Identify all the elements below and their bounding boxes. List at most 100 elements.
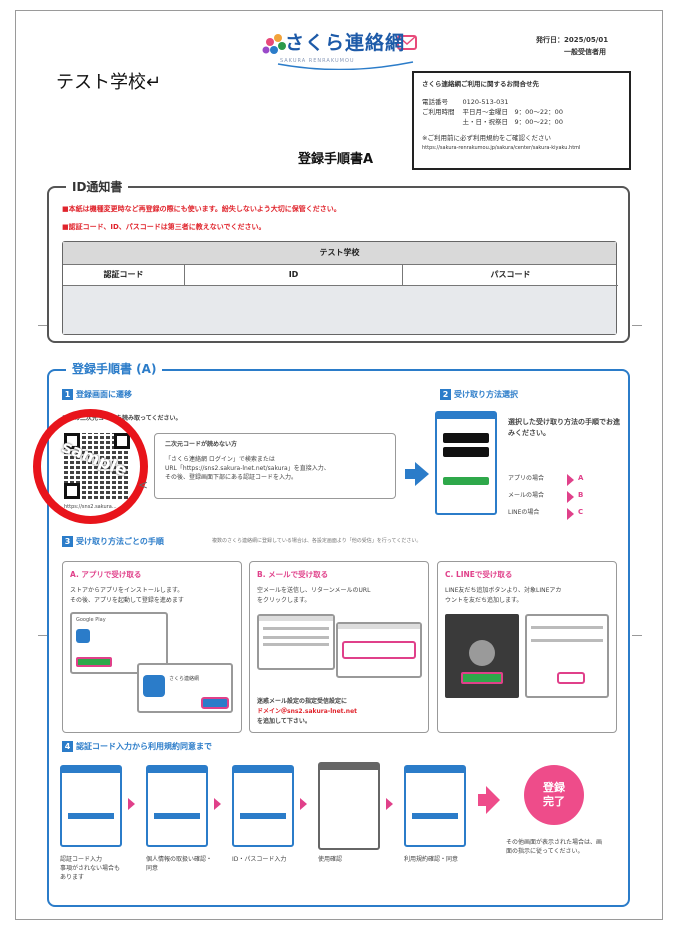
panel-line-body: ウントを友だち追加します。 [445,597,523,604]
store-name: Google Play [76,617,106,623]
chevron-right-icon [386,798,393,810]
option-label: LINEの場合 [508,509,540,516]
inquiry-url[interactable]: https://sakura-renrakumou.jp/sakura/cent… [422,143,621,153]
chevron-right-icon [128,798,135,810]
panel-app-title: A. アプリで受け取る [70,570,142,579]
return-mail-screenshot [336,622,422,678]
inquiry-box: さくら連絡網ご利用に関するお問合せ先 電話番号 ご利用時間 0120-513-0… [412,71,631,170]
flow-note-text: 事項がされない場合もあります [60,865,121,881]
col-passcode: パスコード [403,264,618,286]
flow-label: 使用確認 [318,855,380,864]
warning-text: ■認証コード、ID、パスコードは第三者に教えないでください。 [62,223,266,231]
done-text: 登録 [543,781,565,794]
chevron-right-icon [300,798,307,810]
done-text: 完了 [543,795,565,808]
hours-weekend: 土・日・祝祭日 9：00～22：00 [462,118,563,126]
option-app: アプリの場合 [508,474,544,483]
option-label: アプリの場合 [508,475,545,482]
avatar [469,640,495,666]
flow-label-text: 使用確認 [318,856,343,863]
col-auth-code: 認証コード [63,264,185,286]
step-number: 4 [62,741,73,752]
line-screenshot [445,614,519,698]
panel-line-body: LINE友だち追加ボタンより、対象LINEアカ [445,587,562,594]
id-table: テスト学校 認証コード ID パスコード [62,241,618,335]
chevron-right-icon [567,508,574,520]
flow-label-text: 利用規約確認・同意 [404,856,459,863]
return-url-link [342,641,416,659]
no-qr-box: 二次元コードが読めない方 「さくら連絡網 ログイン」で検索または URL「htt… [154,433,396,499]
hours-weekday: 平日月～金曜日 9：00～22：00 [462,108,563,116]
inquiry-title: さくら連絡網ご利用に関するお問合せ先 [422,80,539,88]
school-name: テスト学校↵ [56,72,162,93]
done-note: その他画面が表示された場合は、画面の指示に従ってください。 [506,839,603,855]
step-number: 1 [62,389,73,400]
issue-date: 発行日：2025/05/01 [536,36,609,44]
col-id: ID [185,264,403,286]
option-key: A [578,474,584,482]
line-confirm-screenshot [525,614,609,698]
flow-label-text: 認証コード入力 [60,856,103,863]
step3-heading: 3 受け取り方法ごとの手順 [62,536,164,547]
option-label: メールの場合 [508,492,545,499]
phone-label: 電話番号 [422,98,448,106]
issue-info: 発行日：2025/05/01 一般受信者用 [536,34,608,58]
flow-screen [318,762,380,850]
panel-mail-title: B. メールで受け取る [257,570,329,579]
step4-heading: 4 認証コード入力から利用規約同意まで [62,741,212,752]
warning-text: ■本紙は機種変更時など再登録の際にも使います。紛失しないよう大切に保管ください。 [62,205,341,213]
inquiry-note: ※ご利用前に必ず利用規約をご確認ください [422,134,551,142]
no-qr-line: URL「https://sns2.sakura-lnet.net/sakura」… [165,465,330,472]
install-button [76,657,112,667]
app-screenshot: さくら連絡網 [137,663,233,713]
no-qr-title: 二次元コードが読めない方 [165,441,238,448]
flow-label-text: ID・パスコード入力 [232,856,287,863]
arrow-right-icon [405,462,429,486]
chevron-right-icon [567,474,574,486]
app-icon [76,629,90,643]
mail-setting-note: を追加して下さい。 [257,718,311,725]
open-button [201,697,229,709]
phone-value: 0120-513-031 [462,98,509,106]
app-name: さくら連絡網 [169,676,200,682]
step-title: 登録画面に遷移 [76,390,132,399]
panel-app-body: その後、アプリを起動して登録を進めます [70,597,184,604]
line-button [443,477,489,485]
panel-line-title: C. LINEで受け取る [445,570,513,579]
flow-label: 認証コード入力 事項がされない場合もあります [60,855,122,882]
brand-name: さくら連絡網 [285,32,406,54]
procedure-legend: 登録手順書 (A) [66,360,163,377]
step-title: 受け取り方法ごとの手順 [76,537,164,546]
no-qr-line: その後、登録画面下部にある認証コードを入力。 [165,474,298,481]
mail-screenshot [257,614,335,670]
flow-screen [232,765,294,847]
arrow-right-icon [478,786,500,814]
arrow-left-icon: < [138,478,149,492]
step-title: 認証コード入力から利用規約同意まで [76,742,212,751]
table-values-blurred [63,286,616,334]
issue-audience: 一般受信者用 [564,48,606,56]
flow-screen [60,765,122,847]
app-icon [143,675,165,697]
chevron-right-icon [567,491,574,503]
add-button [557,672,585,684]
panel-mail-body: をクリックします。 [257,597,311,604]
chevron-right-icon [214,798,221,810]
brand-subtitle: SAKURA RENRAKUMOU [280,58,355,64]
document-title: 登録手順書A [298,152,374,167]
flow-label-text: 個人情報の取扱い確認・同意 [146,856,213,872]
step2-description: 選択した受け取り方法の手順でお進みください。 [508,418,620,437]
table-school-header: テスト学校 [63,242,616,265]
panel-app-body: ストアからアプリをインストールします。 [70,587,184,594]
flow-screen [146,765,208,847]
mail-setting-note: 迷惑メール設定の指定受信設定に [257,698,348,705]
step2-heading: 2 受け取り方法選択 [440,389,518,400]
step-number: 2 [440,389,451,400]
step1-heading: 1 登録画面に遷移 [62,389,132,400]
no-qr-line: 「さくら連絡網 ログイン」で検索または [165,456,275,463]
margin-mark [632,325,642,326]
play-store-badge [443,447,489,457]
step-title: 受け取り方法選択 [454,390,518,399]
flow-screen [404,765,466,847]
step3-note: 複数のさくら連絡網に登録している場合は、各設定画面より「他の受信」を行ってくださ… [212,538,422,544]
